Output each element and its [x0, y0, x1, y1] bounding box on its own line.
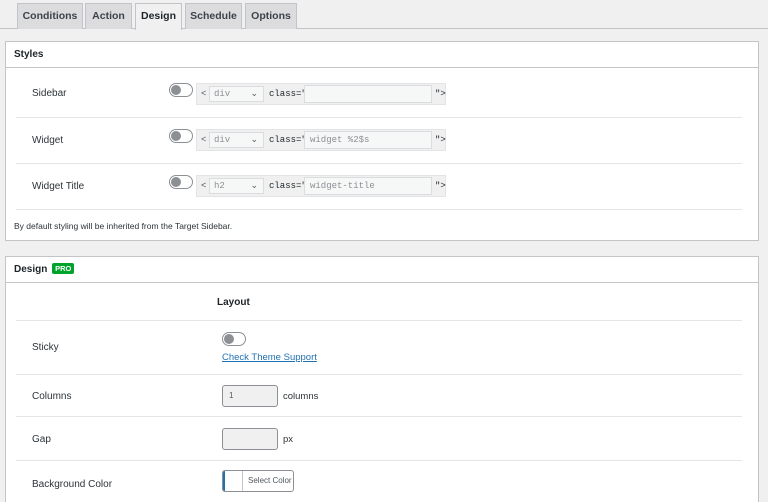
tab-design[interactable]: Design	[135, 3, 182, 30]
toggle-knob	[171, 85, 181, 95]
tab-schedule[interactable]: Schedule	[185, 3, 242, 29]
widget-class-input[interactable]: widget %2$s	[304, 131, 432, 149]
styles-inherit-note: By default styling will be inherited fro…	[14, 221, 233, 231]
sidebar-style-toggle[interactable]	[169, 83, 193, 97]
tab-action[interactable]: Action	[85, 3, 132, 29]
color-swatch	[223, 471, 243, 491]
sticky-toggle[interactable]	[222, 332, 246, 346]
style-row-label: Widget	[32, 135, 64, 146]
layout-heading-row: Layout	[16, 283, 742, 321]
widget-title-tag-editor: < h2 ⌄ class=" widget-title ">	[196, 175, 446, 197]
tab-conditions[interactable]: Conditions	[17, 3, 83, 29]
tab-bar: Conditions Action Design Schedule Option…	[0, 0, 768, 30]
chevron-down-icon: ⌄	[250, 181, 258, 191]
widget-tag-editor: < div ⌄ class=" widget %2$s ">	[196, 129, 446, 151]
widget-title-style-toggle[interactable]	[169, 175, 193, 189]
toggle-knob	[171, 131, 181, 141]
style-row-label: Widget Title	[32, 181, 85, 192]
sidebar-class-input[interactable]	[304, 85, 432, 103]
style-row-widget-title: Widget Title < h2 ⌄ class=" widget-title …	[16, 164, 742, 210]
open-bracket: <	[201, 135, 207, 145]
widget-title-class-input[interactable]: widget-title	[304, 177, 432, 195]
sticky-row: Sticky Check Theme Support	[16, 321, 742, 375]
sidebar-tag-select[interactable]: div ⌄	[209, 86, 264, 102]
check-theme-support-link[interactable]: Check Theme Support	[222, 352, 317, 363]
styles-panel-title: Styles	[6, 42, 758, 68]
style-row-sidebar: Sidebar < div ⌄ class=" ">	[16, 68, 742, 118]
toggle-knob	[224, 334, 234, 344]
sidebar-tag-editor: < div ⌄ class=" ">	[196, 83, 446, 105]
close-bracket: ">	[435, 181, 446, 191]
widget-tag-select[interactable]: div ⌄	[209, 132, 264, 148]
tab-options[interactable]: Options	[245, 3, 297, 29]
toggle-knob	[171, 177, 181, 187]
gap-label: Gap	[32, 434, 51, 445]
widget-title-tag-select[interactable]: h2 ⌄	[209, 178, 264, 194]
open-bracket: <	[201, 89, 207, 99]
styles-panel: Styles Sidebar < div ⌄ class=" "> Widget …	[5, 41, 759, 241]
class-label: class="	[269, 135, 307, 145]
class-label: class="	[269, 89, 307, 99]
close-bracket: ">	[435, 135, 446, 145]
style-row-widget: Widget < div ⌄ class=" widget %2$s ">	[16, 118, 742, 164]
pro-badge: PRO	[52, 262, 75, 274]
select-color-button[interactable]: Select Color	[222, 470, 294, 492]
columns-input[interactable]: 1	[222, 385, 278, 407]
select-color-label: Select Color	[248, 476, 292, 485]
close-bracket: ">	[435, 89, 446, 99]
gap-input[interactable]	[222, 428, 278, 450]
design-panel-title: Design PRO	[6, 257, 758, 283]
style-row-label: Sidebar	[32, 88, 67, 99]
layout-heading: Layout	[217, 297, 250, 308]
gap-row: Gap px	[16, 417, 742, 461]
columns-label: Columns	[32, 391, 72, 402]
gap-unit: px	[283, 434, 294, 445]
chevron-down-icon: ⌄	[250, 89, 258, 99]
background-color-row: Background Color Select Color	[16, 461, 742, 502]
open-bracket: <	[201, 181, 207, 191]
class-label: class="	[269, 181, 307, 191]
widget-style-toggle[interactable]	[169, 129, 193, 143]
background-color-label: Background Color	[32, 479, 113, 490]
sticky-label: Sticky	[32, 342, 59, 353]
columns-row: Columns 1 columns	[16, 375, 742, 417]
chevron-down-icon: ⌄	[250, 135, 258, 145]
columns-unit: columns	[283, 391, 319, 402]
design-panel: Design PRO Layout Sticky Check Theme Sup…	[5, 256, 759, 502]
